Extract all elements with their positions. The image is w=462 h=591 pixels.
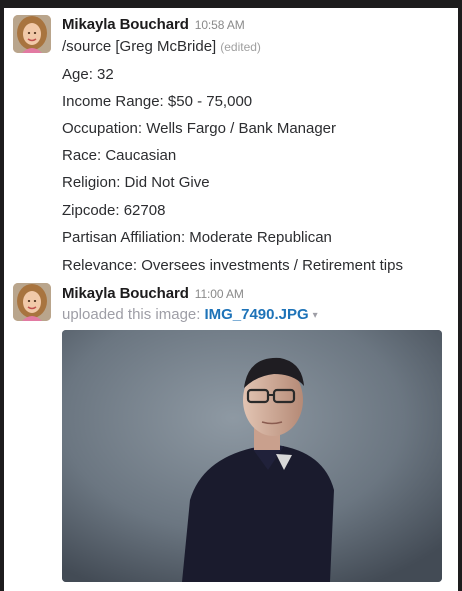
uploaded-photo-icon <box>62 330 442 582</box>
detail-line: Occupation: Wells Fargo / Bank Manager <box>62 120 337 137</box>
detail-line: Race: Caucasian <box>62 147 177 164</box>
avatar[interactable] <box>13 15 51 53</box>
detail-line: Religion: Did Not Give <box>62 174 210 191</box>
timestamp[interactable]: 10:58 AM <box>195 18 245 32</box>
detail-line: Income Range: $50 - 75,000 <box>62 93 253 110</box>
detail-line: Age: 32 <box>62 66 114 83</box>
avatar-icon <box>13 15 51 53</box>
upload-text: uploaded this image: <box>62 306 201 323</box>
timestamp[interactable]: 11:00 AM <box>195 287 244 301</box>
source-command-text: /source [Greg McBride] <box>62 38 217 55</box>
author-name-text[interactable]: Mikayla Bouchard <box>62 16 189 33</box>
file-link[interactable]: IMG_7490.JPG <box>204 306 308 323</box>
avatar[interactable] <box>13 283 51 321</box>
uploaded-image[interactable] <box>62 330 442 582</box>
detail-line: Zipcode: 62708 <box>62 202 166 219</box>
detail-line: Relevance: Oversees investments / Retire… <box>62 257 403 274</box>
avatar-icon <box>13 283 51 321</box>
detail-line: Partisan Affiliation: Moderate Republica… <box>62 229 332 246</box>
message-pane: Mikayla Bouchard 10:58 AM /source [Greg M… <box>4 8 458 591</box>
author-name-text[interactable]: Mikayla Bouchard <box>62 285 189 302</box>
author-name[interactable]: Mikayla Bouchard 10:58 AM <box>62 16 245 33</box>
chevron-down-icon[interactable]: ▾ <box>313 310 318 321</box>
upload-line: uploaded this image: IMG_7490.JPG ▾ <box>62 306 318 323</box>
author-name[interactable]: Mikayla Bouchard 11:00 AM <box>62 285 244 302</box>
message-source-line: /source [Greg McBride] (edited) <box>62 38 261 55</box>
edited-label: (edited) <box>220 40 261 54</box>
